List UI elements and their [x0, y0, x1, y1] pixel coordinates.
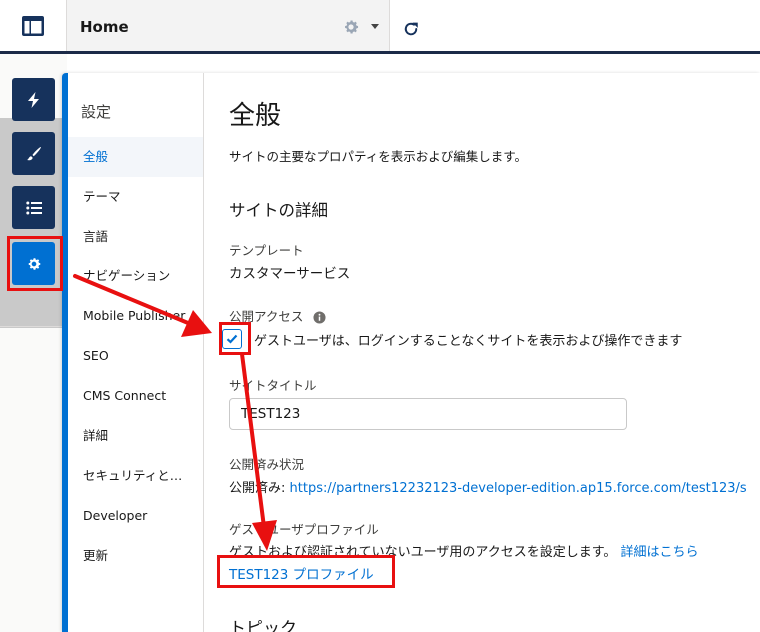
settings-nav-item-theme[interactable]: テーマ [68, 177, 203, 217]
site-title-label: サイトタイトル [229, 378, 317, 393]
publish-status-prefix: 公開済み: [229, 481, 286, 496]
publish-status-label: 公開済み状況 [229, 457, 305, 472]
annotation-box-settings [7, 236, 63, 291]
settings-nav-item-general[interactable]: 全般 [68, 137, 203, 177]
rail-button-theme[interactable] [12, 132, 55, 175]
general-settings-content: 全般 サイトの主要なプロパティを表示および編集します。 サイトの詳細 テンプレー… [205, 73, 760, 632]
publish-status-row: 公開済み: https://partners12232123-developer… [229, 477, 747, 496]
page-selector-label: Home [80, 18, 129, 36]
page-title: 全般 [229, 101, 282, 131]
lightning-icon [27, 91, 39, 108]
settings-nav-item-language[interactable]: 言語 [68, 217, 203, 257]
chevron-down-icon[interactable] [371, 24, 379, 29]
rail-divider [0, 326, 67, 327]
rail-button-components[interactable] [12, 78, 55, 121]
app-switcher-button[interactable] [0, 0, 67, 51]
top-bar: Home [0, 0, 760, 54]
topics-section-title: トピック [229, 619, 297, 632]
learn-more-link[interactable]: 詳細はこちら [621, 545, 699, 560]
section-title: サイトの詳細 [229, 201, 328, 220]
brush-icon [26, 146, 41, 160]
settings-nav-item-developer[interactable]: Developer [68, 496, 203, 536]
settings-nav-item-cms-connect[interactable]: CMS Connect [68, 376, 203, 416]
guest-profile-label: ゲストユーザプロファイル [229, 522, 379, 537]
list-icon [25, 201, 42, 214]
settings-nav-item-seo[interactable]: SEO [68, 336, 203, 376]
template-label: テンプレート [229, 243, 304, 258]
layout-icon [22, 15, 44, 36]
settings-nav-item-mobile-publisher[interactable]: Mobile Publisher [68, 296, 203, 336]
settings-nav: 設定 全般 テーマ 言語 ナビゲーション Mobile Publisher SE… [68, 73, 204, 632]
annotation-box-profile-link [217, 555, 395, 588]
annotation-box-checkbox [219, 322, 251, 355]
gear-icon[interactable] [342, 18, 360, 36]
page-description: サイトの主要なプロパティを表示および編集します。 [229, 149, 528, 164]
published-site-url-link[interactable]: https://partners12232123-developer-editi… [290, 481, 747, 496]
settings-nav-item-advanced[interactable]: 詳細 [68, 416, 203, 456]
settings-nav-item-security[interactable]: セキュリティと… [68, 456, 203, 496]
settings-nav-title: 設定 [81, 103, 112, 121]
public-access-checkbox-label: ゲストユーザは、ログインすることなくサイトを表示および操作できます [254, 334, 683, 349]
site-title-input[interactable] [229, 398, 627, 430]
settings-nav-item-updates[interactable]: 更新 [68, 536, 203, 576]
template-value: カスタマーサービス [229, 266, 351, 282]
page-selector[interactable]: Home [67, 0, 390, 51]
info-icon[interactable] [313, 311, 326, 324]
rail-button-pages[interactable] [12, 186, 55, 229]
settings-nav-item-navigation[interactable]: ナビゲーション [68, 256, 203, 296]
refresh-icon[interactable] [402, 20, 420, 38]
